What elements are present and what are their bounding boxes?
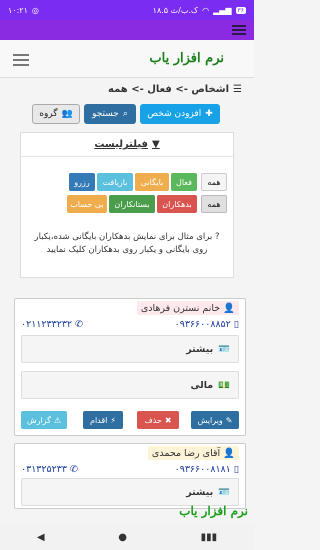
phone-text: ۰۲۱۱۲۳۳۲۳۲ (21, 318, 73, 330)
add-person-button[interactable]: ✚ افزودن شخص (140, 104, 220, 124)
more-section[interactable]: 🪪 بیشتر (21, 478, 239, 506)
chip-label: همه (207, 177, 221, 187)
filter-title: فیلترلیست (94, 139, 148, 150)
status-bar: ۱۰:۲۱ ◎ ۱۸.۵ ک.ب/ث ◠ ▂▄▆ ۳۶ (0, 0, 254, 20)
act-label: اقدام (89, 415, 108, 425)
users-icon: 👥 (61, 109, 73, 119)
delete-label: حذف (144, 415, 162, 425)
mobile-icon: ▯ (233, 318, 239, 330)
person-card: 👤 خانم نسترن فرهادی ۰۲۱۱۲۳۳۲۳۲ ✆ ۰۹۳۶۶۰۰… (14, 298, 246, 436)
delete-button[interactable]: ✖ حذف (137, 411, 179, 429)
hamburger-icon[interactable] (232, 25, 246, 35)
filter-hint: ? برای مثال برای نمایش بدهکاران بایگانی … (27, 231, 227, 257)
person-phones: ۰۲۱۱۲۳۳۲۳۲ ✆ ۰۹۳۶۶۰۰۸۸۵۲ ▯ (21, 317, 239, 331)
filter-hint-text: برای مثال برای نمایش بدهکاران بایگانی شد… (34, 232, 213, 255)
phone-landline[interactable]: ۰۳۱۳۲۵۲۳۳ ✆ (21, 462, 78, 476)
act-button[interactable]: ⚡ اقدام (83, 411, 123, 429)
user-icon: 👤 (223, 447, 235, 459)
search-label: جستجو (92, 109, 119, 119)
filter-header[interactable]: ▼ فیلترلیست (21, 133, 233, 157)
top-strip (0, 20, 254, 40)
chip-label: بایگانی (140, 177, 164, 187)
battery-icon: ۳۶ (235, 6, 246, 14)
person-phones: ۰۳۱۳۲۵۲۳۳ ✆ ۰۹۳۶۶۰۰۸۱۸۱ ▯ (21, 462, 239, 476)
more-label: بیشتر (186, 486, 214, 498)
id-card-icon: 🪪 (218, 486, 230, 498)
person-name-text: خانم نسترن فرهادی (140, 302, 221, 314)
phone-mobile[interactable]: ۰۹۳۶۶۰۰۸۸۵۲ ▯ (175, 317, 239, 331)
edit-label: ویرایش (197, 415, 223, 425)
chip-label: بستانکاران (114, 199, 150, 209)
action-buttons: ✚ افزودن شخص ⌕ جستجو 👥 گروه (0, 104, 254, 126)
warning-icon: ⚠ (53, 415, 62, 425)
status-time: ۱۰:۲۱ (8, 5, 28, 15)
bolt-icon: ⚡ (110, 415, 117, 425)
chip-label: بی حساب (70, 199, 104, 209)
instagram-icon: ◎ (31, 5, 39, 15)
breadcrumb: ☰ اشخاص -> فعال -> همه (108, 80, 242, 98)
chip-label: رزرو (74, 177, 90, 187)
report-label: گزارش (26, 415, 51, 425)
phone-text: ۰۳۱۳۲۵۲۳۳ (21, 463, 67, 475)
chip-label: بازیافت (102, 177, 128, 187)
chip-creditors[interactable]: بستانکاران (109, 195, 155, 213)
more-section[interactable]: 🪪 بیشتر (21, 335, 239, 363)
speed-text: ۱۸.۵ ک.ب/ث (152, 5, 199, 15)
add-person-label: افزودن شخص (147, 109, 202, 119)
person-name-text: آقای رضا محمدی (151, 447, 221, 459)
mobile-text: ۰۹۳۶۶۰۰۸۱۸۱ (174, 463, 231, 475)
plus-icon: ✚ (205, 109, 213, 119)
filter-icon: ▼ (151, 139, 160, 150)
list-icon: ☰ (233, 83, 242, 95)
person-name[interactable]: 👤 خانم نسترن فرهادی (136, 301, 239, 315)
mobile-icon: ▯ (233, 463, 239, 475)
app-title[interactable]: نرم افزار یاب (149, 51, 224, 66)
chip-label: فعال (176, 177, 192, 187)
edit-button[interactable]: ✎ ویرایش (191, 411, 239, 429)
mobile-text: ۰۹۳۶۶۰۰۸۸۵۲ (174, 318, 231, 330)
search-icon: ⌕ (122, 109, 128, 119)
finance-section[interactable]: 💵 مالی (21, 371, 239, 399)
finance-label: مالی (190, 379, 214, 391)
phone-landline[interactable]: ۰۲۱۱۲۳۳۲۳۲ ✆ (21, 317, 83, 331)
chip-active[interactable]: فعال (171, 173, 197, 191)
watermark: نرم افزار یاب (179, 504, 248, 518)
card-actions: ✎ ویرایش ✖ حذف ⚡ اقدام ⚠ گزارش (21, 411, 239, 429)
chip-recycled[interactable]: بازیافت (97, 173, 133, 191)
system-nav-bar: ◀ ● ▮▮▮ (0, 524, 254, 550)
chip-label: بدهکاران (162, 199, 192, 209)
app-header: نرم افزار یاب (0, 40, 254, 78)
chip-reserve[interactable]: رزرو (69, 173, 95, 191)
recents-icon[interactable]: ▮▮▮ (201, 532, 218, 543)
signal-icon: ▂▄▆ (213, 5, 232, 15)
menu-toggle-button[interactable] (10, 51, 32, 67)
phone-icon: ✆ (75, 318, 83, 330)
group-button[interactable]: 👥 گروه (32, 104, 80, 124)
person-name[interactable]: 👤 آقای رضا محمدی (147, 446, 239, 460)
chip-debtors[interactable]: بدهکاران (157, 195, 197, 213)
chip-archived[interactable]: بایگانی (135, 173, 169, 191)
close-icon: ✖ (164, 415, 172, 425)
phone-mobile[interactable]: ۰۹۳۶۶۰۰۸۱۸۱ ▯ (175, 462, 239, 476)
back-icon[interactable]: ◀ (37, 532, 45, 543)
chip-all-status[interactable]: همه (201, 173, 227, 191)
money-icon: 💵 (218, 379, 230, 391)
phone-icon: ✆ (69, 463, 78, 475)
breadcrumb-text: اشخاص -> فعال -> همه (108, 83, 230, 95)
filter-panel: ▼ فیلترلیست همه فعال بایگانی بازیافت رزر… (20, 132, 234, 278)
report-button[interactable]: ⚠ گزارش (21, 411, 67, 429)
more-label: بیشتر (186, 343, 214, 355)
user-icon: 👤 (223, 302, 235, 314)
chip-label: همه (207, 199, 221, 209)
id-card-icon: 🪪 (218, 343, 230, 355)
home-icon[interactable]: ● (118, 532, 127, 543)
pencil-icon: ✎ (225, 415, 233, 425)
question-icon: ? (214, 232, 220, 242)
chip-settled[interactable]: بی حساب (67, 195, 107, 213)
group-label: گروه (39, 109, 58, 119)
wifi-icon: ◠ (202, 5, 210, 15)
person-card: 👤 آقای رضا محمدی ۰۳۱۳۲۵۲۳۳ ✆ ۰۹۳۶۶۰۰۸۱۸۱… (14, 443, 246, 509)
search-button[interactable]: ⌕ جستجو (84, 104, 136, 124)
chip-all-balance[interactable]: همه (201, 195, 227, 213)
